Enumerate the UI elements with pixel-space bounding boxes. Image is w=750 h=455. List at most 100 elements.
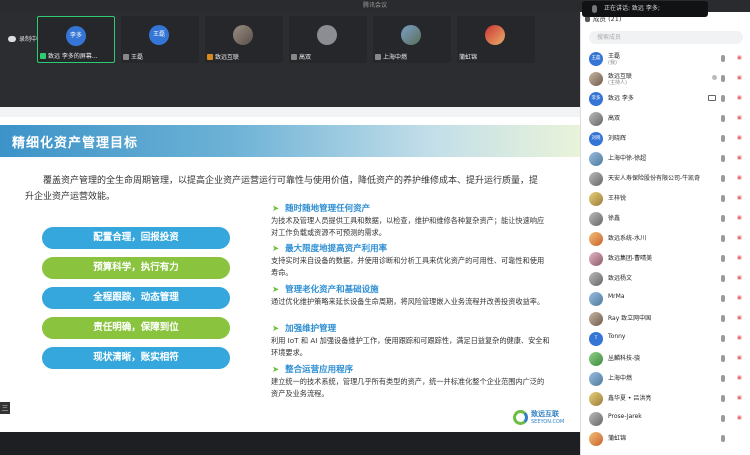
avatar [589,352,603,366]
mic-icon[interactable] [721,215,725,222]
camera-off-icon[interactable]: ▣ [737,155,742,161]
member-role: (我) [608,60,617,66]
member-row[interactable]: 致远集团-曹晴美 ▣ [581,249,750,269]
video-tile[interactable]: 上海中燃 [373,16,451,63]
camera-off-icon[interactable]: ▣ [737,355,742,361]
member-row[interactable]: 李多 致远 李多 ▣ [581,89,750,109]
member-name: 刘晓辉 [608,135,627,142]
member-row[interactable]: 王磊 王磊 (我) ▣ [581,49,750,69]
camera-off-icon[interactable]: ▣ [737,335,742,341]
mic-icon[interactable] [721,415,725,422]
speaking-indicator: 正在讲话: 致远 李多; [582,1,708,17]
member-name: 鑫华夏 • 吕洪亮 [608,395,652,402]
arrow-icon: ➤ [272,244,280,254]
camera-off-icon[interactable]: ▣ [737,375,742,381]
mic-icon[interactable] [721,295,725,302]
item-desc: 为技术及管理人员提供工具和数据，以检查，维护和维修各种复杂资产；能让快速响应对工… [271,216,545,237]
member-name: Ray 致立网中国 [608,315,652,322]
camera-off-icon[interactable]: ▣ [737,115,742,121]
member-row[interactable]: Prose-Jarek ▣ [581,409,750,429]
video-tile[interactable]: 致远互联 [205,16,283,63]
mic-icon[interactable] [721,235,725,242]
avatar [589,292,603,306]
avatar: 王磊 [589,52,603,66]
shared-slide: 精细化资产管理目标 覆盖资产管理的全生命周期管理，以提高企业资产运营运行可靠性与… [0,107,580,432]
member-row[interactable]: 徐鑫 ▣ [581,209,750,229]
item-desc: 支持实时来自设备的数据，并使用诊断和分析工具来优化资产的可用性、可靠性和使用寿命… [271,256,545,277]
avatar [317,25,337,45]
camera-off-icon[interactable]: ▣ [737,215,742,221]
member-row[interactable]: 王梓锐 ▣ [581,189,750,209]
member-row[interactable]: 上海中燃 ▣ [581,369,750,389]
member-row[interactable]: Ray 致立网中国 ▣ [581,309,750,329]
member-name: 天安人寿保险股份有限公司-牛凯奇 [608,175,701,182]
avatar [589,432,603,446]
item-title-text: 整合运营应用程序 [285,365,354,375]
camera-off-icon[interactable]: ▣ [737,415,742,421]
goal-pill: 配置合理，回报投资 [42,227,230,249]
member-row[interactable]: 蒲虹锦 [581,429,750,449]
avatar: T [589,332,603,346]
member-row[interactable]: 致远互联 (主持人) ▣ [581,69,750,89]
item-desc: 通过优化维护策略来延长设备生命周期，将风险管理嵌入业务流程并改善投资收益率。 [271,297,545,306]
avatar [589,212,603,226]
mic-icon[interactable] [721,95,725,102]
mic-icon[interactable] [721,355,725,362]
mic-icon[interactable] [721,395,725,402]
recording-indicator[interactable]: 录制中 [8,34,37,43]
camera-off-icon[interactable]: ▣ [737,395,742,401]
mic-icon[interactable] [721,75,725,82]
member-row[interactable]: 丛麟科技-骁 ▣ [581,349,750,369]
member-row[interactable]: 刘晓 刘晓辉 ▣ [581,129,750,149]
avatar [589,312,603,326]
member-row[interactable]: 致远杨文 ▣ [581,269,750,289]
video-tile[interactable]: 李多 致远 李多的屏幕... [37,16,115,63]
member-search-input[interactable]: 搜索成员 [589,31,743,44]
camera-off-icon[interactable]: ▣ [737,255,742,261]
avatar: 刘晓 [589,132,603,146]
mic-icon[interactable] [721,315,725,322]
member-name: 蒲虹锦 [608,435,627,442]
mic-icon[interactable] [721,175,725,182]
avatar [589,412,603,426]
camera-off-icon[interactable]: ▣ [737,175,742,181]
mic-icon[interactable] [721,115,725,122]
member-row[interactable]: 致远系统-水川 ▣ [581,229,750,249]
camera-off-icon[interactable]: ▣ [737,295,742,301]
camera-off-icon[interactable]: ▣ [737,235,742,241]
mic-icon[interactable] [721,375,725,382]
mic-icon[interactable] [721,155,725,162]
tile-name: 致远互联 [215,54,240,61]
member-row[interactable]: 天安人寿保险股份有限公司-牛凯奇 ▣ [581,169,750,189]
slide-intro: 覆盖资产管理的全生命周期管理，以提高企业资产运营运行可靠性与使用价值，降低资产的… [25,176,539,202]
member-row[interactable]: T Tonny ▣ [581,329,750,349]
page-control-button[interactable]: 三 [0,402,10,414]
avatar [589,392,603,406]
camera-off-icon[interactable]: ▣ [737,275,742,281]
mic-icon[interactable] [721,55,725,62]
item-title-text: 加强维护管理 [285,324,337,334]
video-tile[interactable]: 王磊 王磊 [121,16,199,63]
member-row[interactable]: 上海中徐-徐超 ▣ [581,149,750,169]
camera-off-icon[interactable]: ▣ [737,135,742,141]
screen-share-icon [708,95,716,101]
camera-off-icon[interactable]: ▣ [737,55,742,61]
camera-off-icon[interactable]: ▣ [737,315,742,321]
video-tile[interactable]: 蒲虹锦 [457,16,535,63]
mic-icon[interactable] [721,135,725,142]
video-tile[interactable]: 高双 [289,16,367,63]
camera-off-icon[interactable]: ▣ [737,95,742,101]
mic-icon[interactable] [721,435,725,442]
member-row[interactable]: 高双 ▣ [581,109,750,129]
mic-icon[interactable] [721,255,725,262]
member-row[interactable]: MrMa ▣ [581,289,750,309]
mic-icon[interactable] [721,195,725,202]
item-title-text: 管理老化资产和基础设施 [285,285,379,295]
camera-off-icon[interactable]: ▣ [737,75,742,81]
member-row[interactable]: 鑫华夏 • 吕洪亮 ▣ [581,389,750,409]
cloud-icon [8,36,16,42]
member-name: 徐鑫 [608,215,621,222]
camera-off-icon[interactable]: ▣ [737,195,742,201]
mic-icon[interactable] [721,335,725,342]
mic-icon[interactable] [721,275,725,282]
